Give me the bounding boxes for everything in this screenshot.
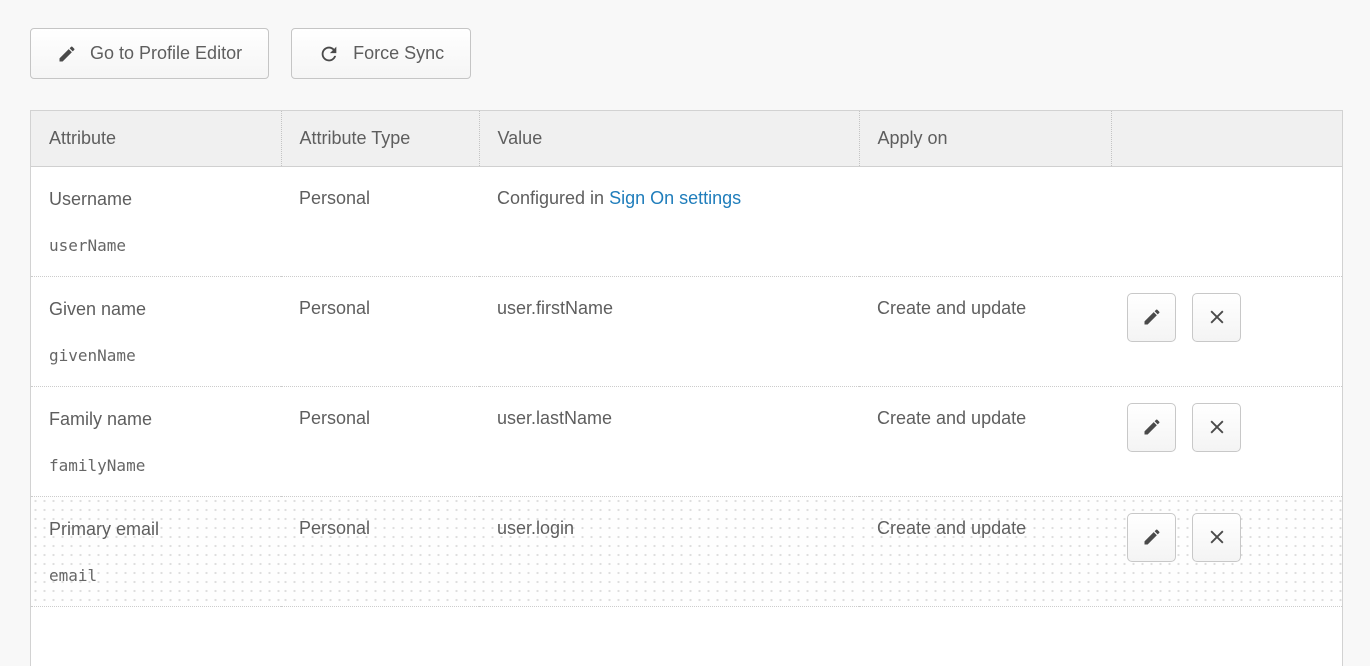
attribute-cell (31, 606, 281, 666)
table-row-username: Username userName Personal Configured in… (31, 166, 1342, 276)
attribute-type-cell: Personal (281, 166, 479, 276)
apply-on-cell: Create and update (859, 276, 1111, 386)
go-to-profile-editor-button[interactable]: Go to Profile Editor (30, 28, 269, 79)
actions-cell (1111, 496, 1342, 606)
actions-cell (1111, 386, 1342, 496)
table-row-family-name: Family name familyName Personal user.las… (31, 386, 1342, 496)
value-cell: user.lastName (479, 386, 859, 496)
x-icon (1207, 527, 1227, 547)
attribute-mappings-table: Attribute Attribute Type Value Apply on … (30, 110, 1343, 666)
attribute-type-cell: Personal (281, 496, 479, 606)
sign-on-settings-link[interactable]: Sign On settings (609, 188, 741, 208)
table-row-given-name: Given name givenName Personal user.first… (31, 276, 1342, 386)
delete-attribute-button[interactable] (1192, 293, 1241, 342)
actions-cell (1111, 606, 1342, 666)
x-icon (1207, 417, 1227, 437)
value-cell: user.login (479, 496, 859, 606)
value-cell: Configured inSign On settings (479, 166, 859, 276)
attribute-label: Given name (49, 298, 271, 320)
attribute-variable: email (49, 565, 271, 587)
table-row-primary-email: Primary email email Personal user.login … (31, 496, 1342, 606)
apply-on-cell: Create and update (859, 386, 1111, 496)
attribute-variable: givenName (49, 345, 271, 367)
attribute-variable: familyName (49, 455, 271, 477)
attribute-type-cell (281, 606, 479, 666)
column-header-attribute: Attribute (31, 111, 281, 166)
attribute-cell: Primary email email (31, 496, 281, 606)
force-sync-button[interactable]: Force Sync (291, 28, 471, 79)
edit-attribute-button[interactable] (1127, 513, 1176, 562)
pencil-icon (1142, 417, 1162, 437)
force-sync-label: Force Sync (353, 43, 444, 64)
refresh-icon (318, 43, 340, 65)
pencil-icon (1142, 307, 1162, 327)
pencil-icon (1142, 527, 1162, 547)
value-text: user.login (497, 518, 574, 538)
actions-cell (1111, 276, 1342, 386)
value-cell: user.firstName (479, 276, 859, 386)
go-to-profile-editor-label: Go to Profile Editor (90, 43, 242, 64)
table-row-partial (31, 606, 1342, 666)
value-text: Configured in (497, 188, 604, 208)
attribute-type-cell: Personal (281, 276, 479, 386)
apply-on-cell: Create and update (859, 496, 1111, 606)
table-header-row: Attribute Attribute Type Value Apply on (31, 111, 1342, 166)
column-header-attribute-type: Attribute Type (281, 111, 479, 166)
value-text: user.lastName (497, 408, 612, 428)
attribute-cell: Family name familyName (31, 386, 281, 496)
apply-on-cell (859, 606, 1111, 666)
value-text: user.firstName (497, 298, 613, 318)
edit-attribute-button[interactable] (1127, 403, 1176, 452)
attribute-label: Primary email (49, 518, 271, 540)
edit-attribute-button[interactable] (1127, 293, 1176, 342)
column-header-actions (1111, 111, 1342, 166)
column-header-apply-on: Apply on (859, 111, 1111, 166)
attribute-label: Family name (49, 408, 271, 430)
toolbar: Go to Profile Editor Force Sync (30, 28, 471, 79)
pencil-icon (57, 44, 77, 64)
actions-cell (1111, 166, 1342, 276)
x-icon (1207, 307, 1227, 327)
apply-on-cell (859, 166, 1111, 276)
attribute-type-cell: Personal (281, 386, 479, 496)
value-cell (479, 606, 859, 666)
attribute-variable: userName (49, 235, 271, 257)
delete-attribute-button[interactable] (1192, 513, 1241, 562)
attribute-cell: Given name givenName (31, 276, 281, 386)
column-header-value: Value (479, 111, 859, 166)
attribute-cell: Username userName (31, 166, 281, 276)
attribute-label: Username (49, 188, 271, 210)
delete-attribute-button[interactable] (1192, 403, 1241, 452)
